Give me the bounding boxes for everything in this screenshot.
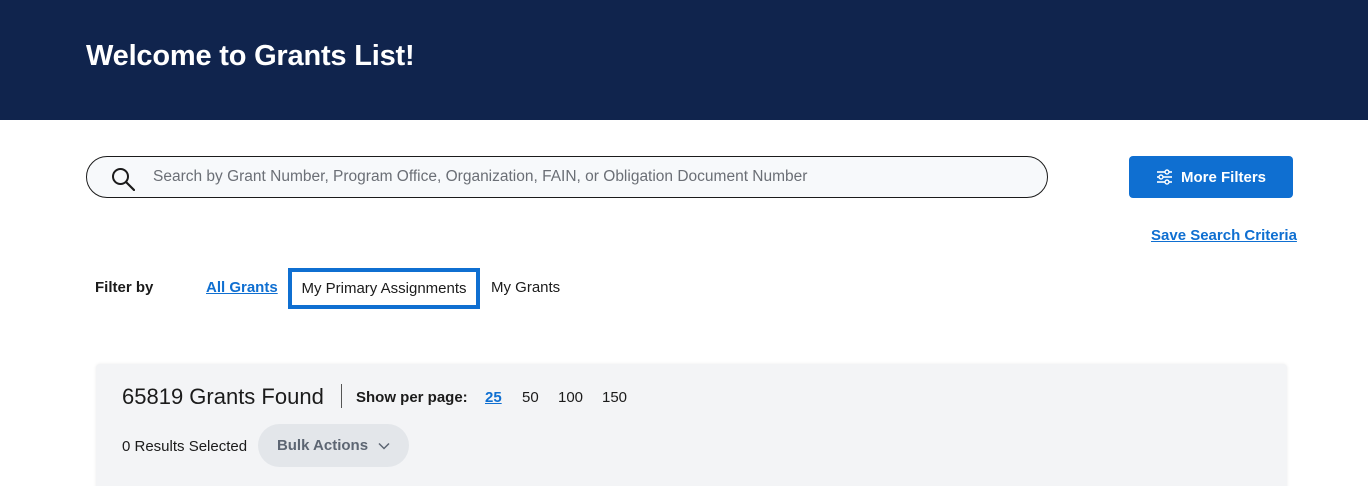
search-icon [112, 168, 135, 191]
search-box[interactable] [86, 156, 1048, 198]
more-filters-label: More Filters [1180, 168, 1267, 186]
filter-my-primary-assignments-label: My Primary Assignments [301, 280, 467, 297]
per-page-option-100[interactable]: 100 [558, 389, 583, 406]
per-page-option-50[interactable]: 50 [522, 389, 539, 406]
page-header: Welcome to Grants List! [0, 0, 1368, 120]
chevron-down-icon [378, 442, 390, 450]
filter-my-grants[interactable]: My Grants [491, 279, 560, 296]
results-selected-count: 0 Results Selected [122, 438, 248, 455]
filter-by-label: Filter by [95, 279, 154, 296]
bulk-actions-button[interactable]: Bulk Actions [258, 424, 409, 467]
divider [341, 384, 342, 408]
filter-all-grants[interactable]: All Grants [206, 279, 278, 296]
page-title: Welcome to Grants List! [86, 40, 415, 72]
grants-found-count: 65819 Grants Found [122, 384, 324, 409]
sliders-icon [1156, 169, 1172, 185]
results-panel: 65819 Grants Found Show per page: 25 50 … [96, 364, 1287, 486]
per-page-label: Show per page: [356, 389, 468, 406]
per-page-option-25[interactable]: 25 [485, 389, 502, 406]
per-page-option-150[interactable]: 150 [602, 389, 627, 406]
more-filters-button[interactable]: More Filters [1129, 156, 1293, 198]
bulk-actions-label: Bulk Actions [276, 437, 369, 454]
search-input[interactable] [153, 157, 1033, 197]
save-search-criteria-link[interactable]: Save Search Criteria [1151, 227, 1297, 244]
filter-my-primary-assignments[interactable]: My Primary Assignments [288, 268, 480, 309]
